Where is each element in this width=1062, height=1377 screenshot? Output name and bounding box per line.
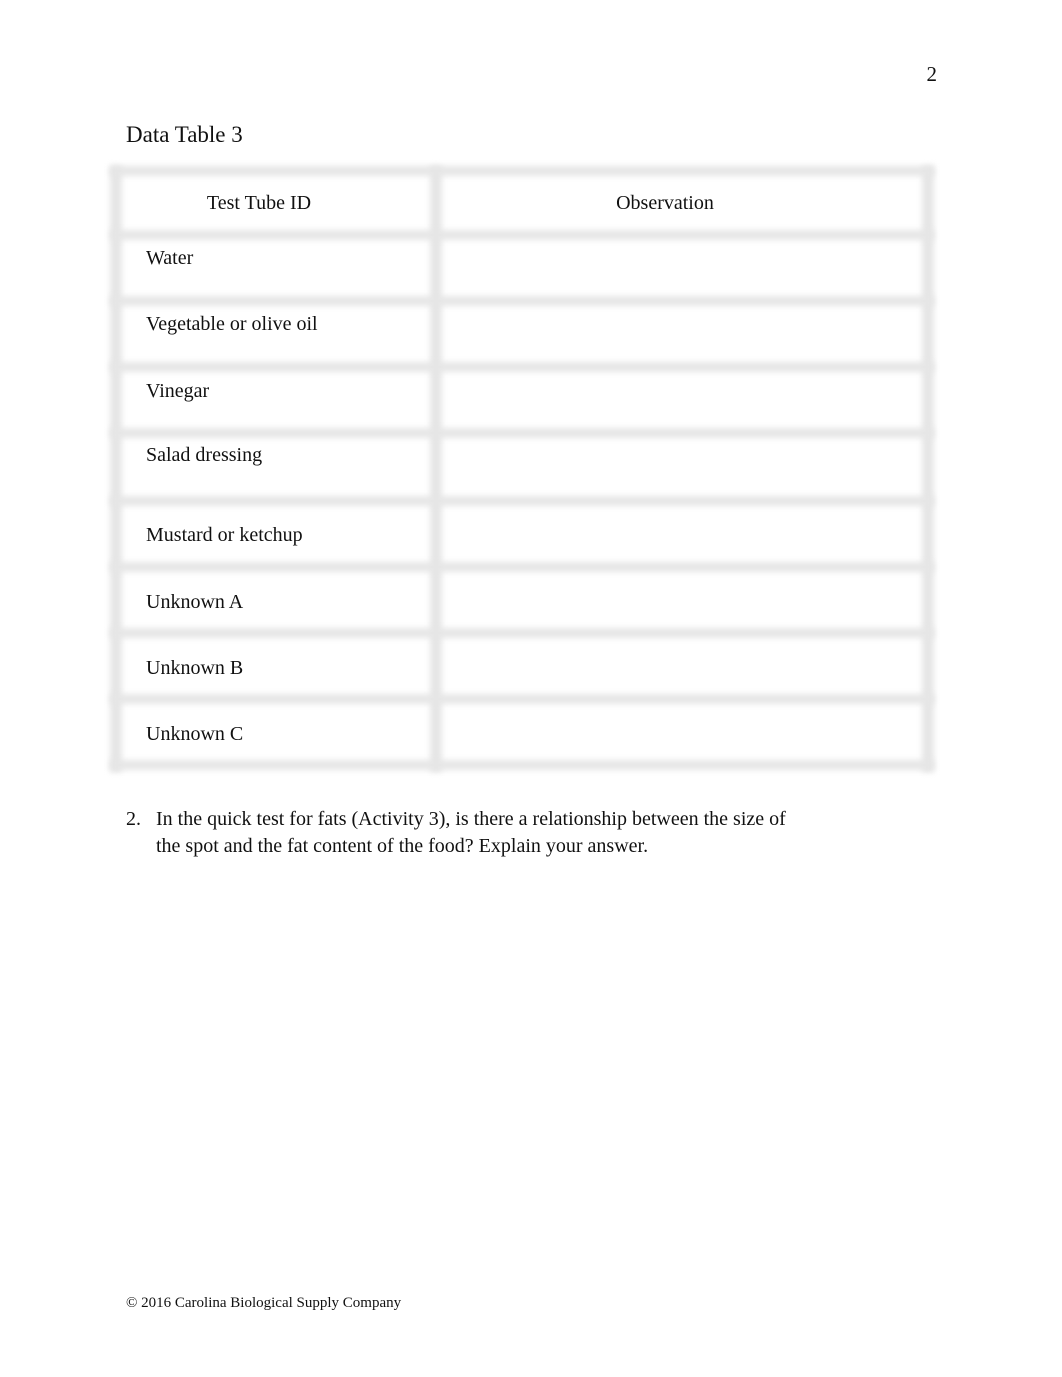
- row-id-mustard: Mustard or ketchup: [146, 524, 303, 546]
- row-id-water: Water: [146, 247, 194, 269]
- observation-cell[interactable]: [450, 656, 910, 696]
- observation-cell[interactable]: [450, 312, 910, 352]
- row-id-salad-dressing: Salad dressing: [146, 444, 263, 466]
- observation-cell[interactable]: [450, 443, 910, 483]
- observation-cell[interactable]: [450, 722, 910, 762]
- header-observation: Observation: [616, 192, 714, 214]
- row-border: [110, 496, 934, 506]
- row-id-unknown-a: Unknown A: [146, 591, 244, 613]
- data-table: Test Tube ID Observation Water Vegetable…: [110, 166, 934, 772]
- row-border: [110, 562, 934, 572]
- row-border: [110, 166, 934, 176]
- page-number: 2: [926, 62, 938, 86]
- copyright-footer: © 2016 Carolina Biological Supply Compan…: [126, 1295, 402, 1311]
- question-number: 2.: [126, 808, 141, 830]
- observation-cell[interactable]: [450, 523, 910, 563]
- observation-cell[interactable]: [450, 379, 910, 419]
- row-id-vinegar: Vinegar: [146, 380, 210, 402]
- row-id-unknown-c: Unknown C: [146, 723, 244, 745]
- table-border-left: [110, 166, 122, 772]
- observation-cell[interactable]: [450, 590, 910, 630]
- row-border: [110, 362, 934, 372]
- question-text: In the quick test for fats (Activity 3),…: [156, 808, 786, 857]
- header-test-tube-id: Test Tube ID: [206, 192, 312, 214]
- row-border: [110, 230, 934, 240]
- row-id-unknown-b: Unknown B: [146, 657, 244, 679]
- observation-cell[interactable]: [450, 246, 910, 286]
- table-divider: [430, 166, 442, 772]
- row-border: [110, 428, 934, 438]
- table-border-right: [922, 166, 934, 772]
- row-id-oil: Vegetable or olive oil: [146, 313, 318, 335]
- row-border: [110, 296, 934, 306]
- table-title: Data Table 3: [126, 122, 243, 147]
